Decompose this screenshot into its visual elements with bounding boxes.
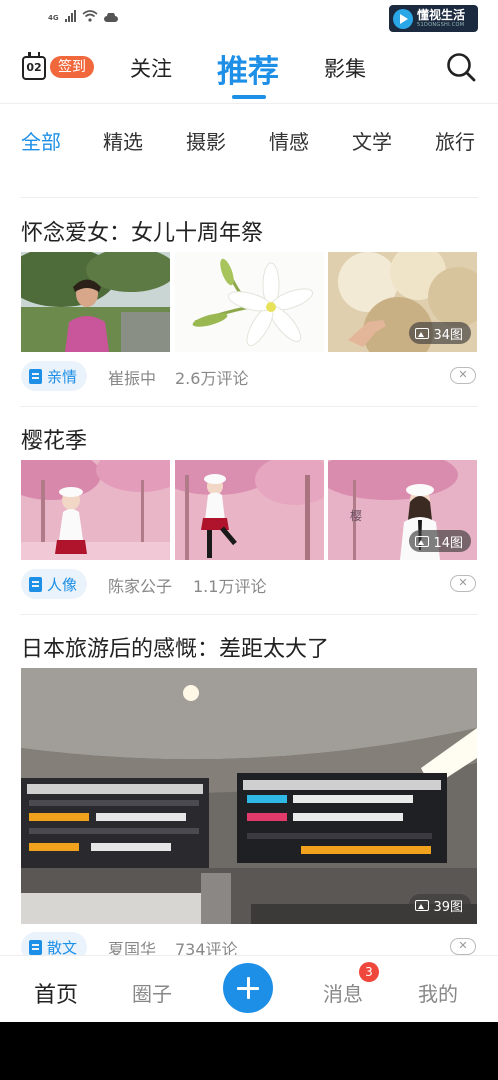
plus-icon[interactable] (223, 963, 273, 1013)
calendar-icon[interactable]: 02 (22, 52, 46, 80)
category-travel[interactable]: 旅行 (435, 126, 475, 155)
tab-indicator (232, 95, 266, 99)
article-title[interactable]: 樱花季 (21, 423, 87, 455)
category-tag[interactable]: 人像 (21, 569, 88, 599)
article-meta: 亲情 崔振中 2.6万评论 ✕ (21, 361, 477, 391)
watermark-logo: 懂视生活 51DONGSHI.COM (389, 5, 478, 32)
category-bar: 全部 精选 摄影 情感 文学 旅行 (0, 126, 498, 158)
wifi-icon (82, 10, 98, 22)
bottom-navigation: 首页 圈子 消息 3 我的 (0, 955, 498, 1022)
status-bar: 4G 懂视生活 51DONGSHI.COM (0, 0, 498, 36)
article-image[interactable]: 樱 14图 (328, 460, 477, 560)
message-badge: 3 (359, 962, 379, 982)
category-all[interactable]: 全部 (21, 126, 61, 155)
category-tag[interactable]: 亲情 (21, 361, 88, 391)
nav-circle[interactable]: 圈子 (132, 978, 172, 1007)
dismiss-button[interactable]: ✕ (450, 367, 476, 384)
photo-count-badge: 34图 (409, 322, 471, 344)
app-screen: 4G 懂视生活 51DONGSHI.COM 02 签到 关注 推荐 影集 全部 … (0, 0, 498, 1022)
search-icon[interactable] (446, 52, 476, 82)
photo-count-badge: 39图 (409, 894, 471, 916)
category-emotion[interactable]: 情感 (269, 126, 309, 155)
photo-count: 34图 (433, 327, 463, 343)
tab-albums[interactable]: 影集 (324, 53, 366, 83)
comment-count: 2.6万评论 (175, 369, 249, 388)
article-meta: 人像 陈家公子 1.1万评论 ✕ (21, 569, 477, 599)
article-image[interactable] (175, 460, 324, 560)
author-name[interactable]: 崔振中 (108, 365, 156, 389)
signal-icon (64, 10, 76, 22)
status-icons: 4G (48, 10, 118, 22)
article-image[interactable]: 34图 (328, 252, 477, 352)
tag-label: 人像 (47, 575, 78, 594)
play-icon (393, 8, 413, 29)
tab-recommend[interactable]: 推荐 (217, 46, 279, 91)
divider (20, 614, 478, 615)
gallery-icon (415, 899, 430, 911)
tab-follow[interactable]: 关注 (130, 53, 172, 83)
document-icon (29, 939, 42, 955)
nav-home[interactable]: 首页 (34, 977, 78, 1009)
signin-button[interactable]: 签到 (50, 56, 94, 78)
article-image[interactable] (21, 460, 170, 560)
photo-count: 14图 (433, 535, 463, 551)
divider (20, 197, 478, 198)
watermark-title: 懂视生活 (417, 8, 466, 22)
comment-count: 1.1万评论 (193, 577, 267, 596)
document-icon (29, 576, 42, 592)
photo-count-badge: 14图 (409, 530, 471, 552)
article-image[interactable] (21, 252, 170, 352)
author-name[interactable]: 陈家公子 (108, 573, 172, 597)
cloud-icon (103, 13, 118, 22)
gallery-icon (415, 535, 430, 547)
category-featured[interactable]: 精选 (103, 126, 143, 155)
article-title[interactable]: 怀念爱女：女儿十周年祭 (21, 215, 263, 247)
tag-label: 亲情 (47, 367, 78, 386)
network-label: 4G (48, 14, 59, 22)
article-title[interactable]: 日本旅游后的感慨：差距太大了 (21, 631, 329, 663)
nav-me[interactable]: 我的 (418, 978, 458, 1007)
gallery-icon (415, 327, 430, 339)
watermark-subtitle: 51DONGSHI.COM (417, 22, 465, 28)
category-photography[interactable]: 摄影 (186, 126, 226, 155)
category-literature[interactable]: 文学 (352, 126, 392, 155)
article-image[interactable] (175, 252, 324, 352)
document-icon (29, 368, 42, 384)
nav-messages[interactable]: 消息 (323, 978, 363, 1007)
top-header: 02 签到 关注 推荐 影集 (0, 36, 498, 104)
divider (20, 406, 478, 407)
photo-count: 39图 (433, 899, 463, 915)
article-image[interactable]: 39图 (21, 668, 477, 924)
dismiss-button[interactable]: ✕ (450, 575, 476, 592)
svg-text:樱: 樱 (350, 508, 362, 523)
dismiss-button[interactable]: ✕ (450, 938, 476, 955)
